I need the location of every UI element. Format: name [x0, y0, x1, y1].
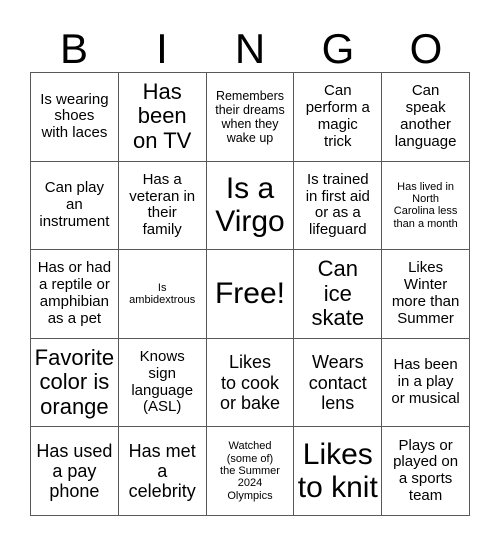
- bingo-cell-r4c4[interactable]: Wears contact lens: [294, 338, 383, 428]
- bingo-header-row: B I N G O: [30, 18, 470, 72]
- bingo-cell-label: Has used a pay phone: [36, 440, 113, 502]
- bingo-cell-r3c2[interactable]: Is ambidextrous: [118, 250, 207, 339]
- bingo-cell-r1c1[interactable]: Is wearing shoes with laces: [31, 73, 119, 162]
- bingo-cell-r2c4[interactable]: Is trained in first aid or as a lifeguar…: [294, 161, 383, 251]
- bingo-cell-label: Watched (some of) the Summer 2024 Olympi…: [220, 440, 280, 502]
- bingo-cell-label: Likes to cook or bake: [219, 352, 281, 413]
- bingo-card: B I N G O Is wearing shoes with laces Ha…: [0, 0, 500, 544]
- bingo-cell-label: Is ambidextrous: [129, 281, 196, 306]
- bingo-cell-label: Is a Virgo: [215, 171, 285, 239]
- header-letter-o: O: [409, 25, 443, 72]
- bingo-cell-r4c5[interactable]: Has been in a play or musical: [382, 338, 470, 428]
- bingo-cell-label: Can ice skate: [311, 256, 365, 331]
- bingo-cell-r2c2[interactable]: Has a veteran in their family: [118, 161, 207, 251]
- bingo-cell-r1c4[interactable]: Can perform a magic trick: [294, 73, 383, 162]
- bingo-cell-r2c3[interactable]: Is a Virgo: [206, 161, 295, 251]
- bingo-cell-r5c3[interactable]: Watched (some of) the Summer 2024 Olympi…: [206, 427, 295, 516]
- bingo-cell-label: Knows sign language (ASL): [131, 348, 194, 416]
- bingo-cell-label: Likes to knit: [297, 437, 378, 505]
- bingo-cell-label: Has been on TV: [133, 78, 192, 154]
- header-letter-g: G: [321, 25, 355, 72]
- header-letter-n: N: [234, 25, 266, 72]
- bingo-cell-label: Wears contact lens: [308, 352, 367, 413]
- bingo-cell-label: Has or had a reptile or amphibian as a p…: [37, 259, 112, 327]
- bingo-cell-label: Has lived in North Carolina less than a …: [393, 180, 458, 230]
- bingo-cell-label: Can perform a magic trick: [305, 82, 370, 150]
- bingo-cell-r4c2[interactable]: Knows sign language (ASL): [118, 338, 207, 428]
- bingo-cell-r1c5[interactable]: Can speak another language: [382, 73, 470, 162]
- bingo-cell-r5c4[interactable]: Likes to knit: [294, 427, 383, 516]
- bingo-cell-label: Has been in a play or musical: [391, 356, 460, 407]
- bingo-cell-r3c4[interactable]: Can ice skate: [294, 250, 383, 339]
- bingo-cell-r2c5[interactable]: Has lived in North Carolina less than a …: [382, 161, 470, 251]
- bingo-cell-r5c1[interactable]: Has used a pay phone: [31, 427, 119, 516]
- bingo-cell-free-space[interactable]: Free!: [206, 250, 295, 339]
- header-letter-i: I: [156, 25, 168, 72]
- bingo-grid: Is wearing shoes with laces Has been on …: [30, 72, 470, 516]
- bingo-cell-label: Favorite color is orange: [34, 344, 115, 419]
- bingo-cell-label: Can play an instrument: [39, 179, 110, 230]
- bingo-cell-label: Can speak another language: [394, 82, 457, 150]
- bingo-cell-r4c1[interactable]: Favorite color is orange: [31, 338, 119, 428]
- bingo-cell-r3c1[interactable]: Has or had a reptile or amphibian as a p…: [31, 250, 119, 339]
- bingo-cell-r5c2[interactable]: Has met a celebrity: [118, 427, 207, 516]
- bingo-cell-r3c5[interactable]: Likes Winter more than Summer: [382, 250, 470, 339]
- bingo-cell-r4c3[interactable]: Likes to cook or bake: [206, 338, 295, 428]
- bingo-cell-label: Likes Winter more than Summer: [391, 259, 460, 327]
- header-letter-b: B: [59, 25, 88, 72]
- bingo-cell-label: Remembers their dreams when they wake up: [215, 88, 285, 145]
- bingo-cell-label: Has met a celebrity: [128, 440, 196, 502]
- bingo-cell-label: Has a veteran in their family: [129, 170, 196, 239]
- bingo-cell-label: Is wearing shoes with laces: [40, 90, 109, 142]
- bingo-cell-r1c2[interactable]: Has been on TV: [118, 73, 207, 162]
- bingo-cell-r5c5[interactable]: Plays or played on a sports team: [382, 427, 470, 516]
- bingo-cell-label: Plays or played on a sports team: [393, 436, 459, 504]
- bingo-cell-r1c3[interactable]: Remembers their dreams when they wake up: [206, 73, 295, 162]
- bingo-cell-r2c1[interactable]: Can play an instrument: [31, 161, 119, 251]
- free-space-label: Free!: [214, 277, 285, 311]
- bingo-cell-label: Is trained in first aid or as a lifeguar…: [305, 170, 370, 239]
